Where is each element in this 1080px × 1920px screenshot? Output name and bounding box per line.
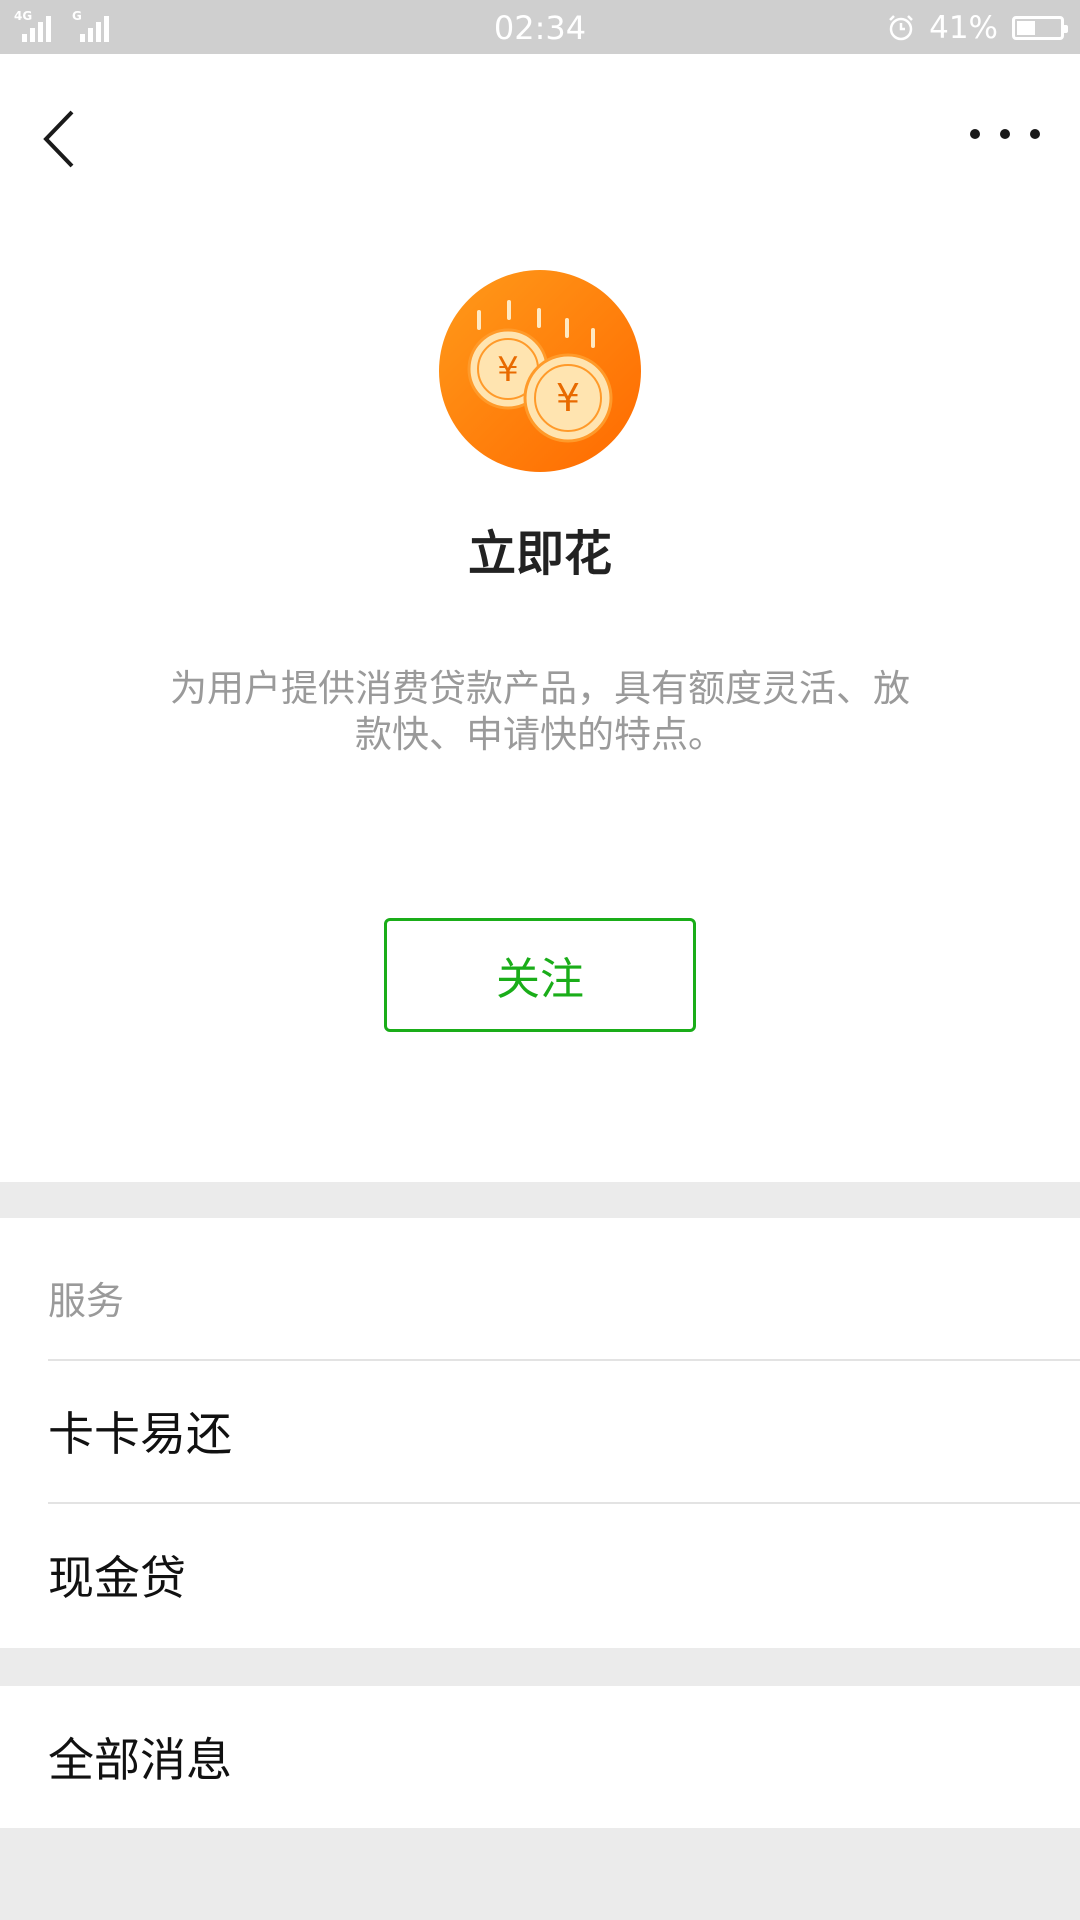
more-dot (970, 129, 980, 139)
more-dot (1030, 129, 1040, 139)
account-description: 为用户提供消费贷款产品，具有额度灵活、放款快、申请快的特点。 (170, 667, 910, 756)
all-messages-section: 全部消息 (0, 1686, 1080, 1828)
service-item-label: 卡卡易还 (48, 1407, 232, 1461)
follow-button[interactable]: 关注 (384, 918, 696, 1032)
battery-icon (1012, 16, 1068, 40)
account-name: 立即花 (467, 526, 612, 582)
more-button[interactable] (970, 114, 1040, 154)
yuan-coins-logo: ¥ ¥ (439, 270, 641, 472)
svg-text:¥: ¥ (556, 376, 580, 420)
service-item-kakayihuan[interactable]: 卡卡易还 (48, 1360, 1080, 1502)
services-section: 服务 卡卡易还 现金贷 (0, 1218, 1080, 1648)
svg-text:¥: ¥ (497, 350, 519, 390)
alarm-icon (887, 14, 915, 42)
chevron-left-icon (43, 110, 74, 168)
battery-percent: 41% (929, 10, 998, 46)
all-messages-label: 全部消息 (48, 1733, 232, 1787)
profile-card: ¥ ¥ 立即花 为用户提供消费贷款产品，具有额度灵活、放款快、申请快的特点。 关… (0, 54, 1080, 1182)
service-item-label: 现金贷 (48, 1551, 186, 1605)
status-bar: 4G G 02:34 41% (0, 0, 1080, 54)
back-button[interactable] (30, 94, 90, 174)
services-label: 服务 (48, 1279, 125, 1323)
service-item-xianjindai[interactable]: 现金贷 (48, 1504, 1080, 1646)
more-dot (1000, 129, 1010, 139)
all-messages-item[interactable]: 全部消息 (48, 1686, 1080, 1828)
